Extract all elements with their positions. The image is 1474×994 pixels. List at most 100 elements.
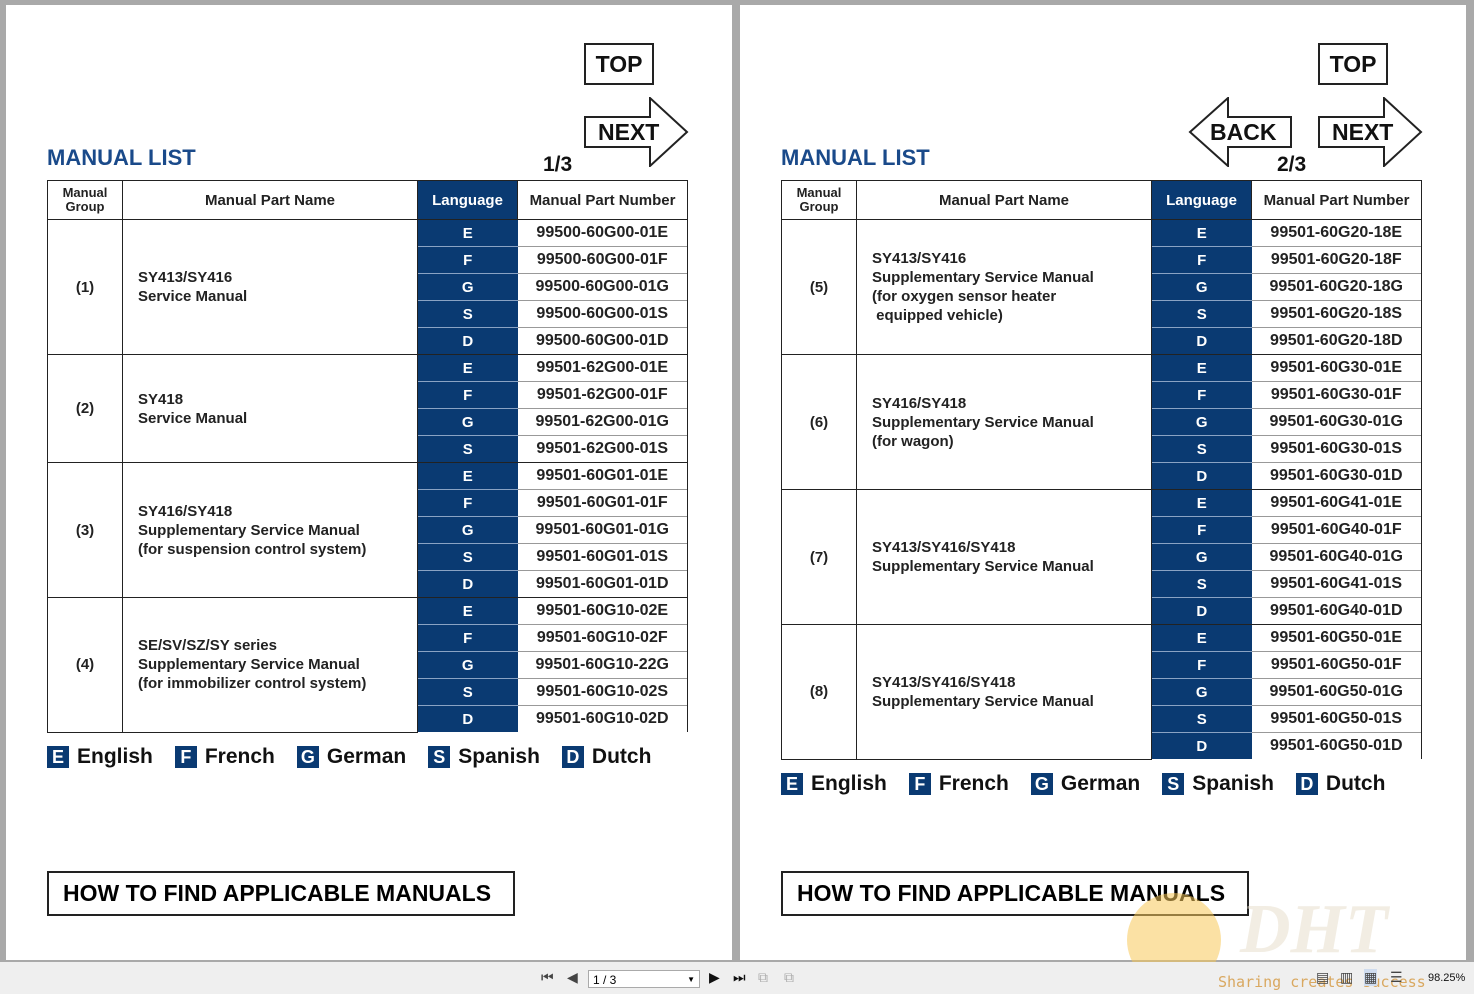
- part-number-link[interactable]: 99501-60G50-01D: [1251, 732, 1422, 759]
- part-number-link[interactable]: 99501-60G50-01S: [1251, 705, 1422, 733]
- language-code-badge: F: [174, 746, 197, 768]
- back-label: BACK: [1210, 118, 1277, 145]
- scroll-icon[interactable]: ☰: [1390, 969, 1403, 986]
- language-cell: D: [1151, 327, 1252, 355]
- single-page-icon[interactable]: ▤: [1316, 969, 1329, 986]
- part-number-link[interactable]: 99501-60G20-18S: [1251, 300, 1422, 328]
- part-number-link[interactable]: 99501-60G01-01S: [517, 543, 688, 571]
- table-row: (5) SY413/SY416 Supplementary Service Manu…: [781, 219, 1422, 355]
- language-name: Dutch: [1325, 772, 1386, 795]
- column-header-language: Language: [417, 180, 518, 220]
- part-number-link[interactable]: 99501-60G41-01S: [1251, 570, 1422, 598]
- part-number-link[interactable]: 99500-60G00-01G: [517, 273, 688, 301]
- table-row: (8) SY413/SY416/SY418 Supplementary Servic…: [781, 624, 1422, 760]
- column-header-group: Manual Group: [47, 180, 123, 220]
- legend-item-dutch: D Dutch: [1295, 772, 1386, 796]
- part-number-link[interactable]: 99501-60G01-01D: [517, 570, 688, 598]
- part-number-link[interactable]: 99501-60G30-01D: [1251, 462, 1422, 490]
- language-cell: E: [1151, 489, 1252, 517]
- group-cell: (6): [781, 354, 857, 490]
- part-number-link[interactable]: 99501-60G30-01F: [1251, 381, 1422, 409]
- chevron-down-icon: ▼: [687, 975, 695, 984]
- language-cell: S: [1151, 300, 1252, 328]
- two-page-icon[interactable]: ▦: [1364, 969, 1378, 986]
- language-name: German: [1060, 772, 1141, 795]
- part-name-cell: SY418 Service Manual: [122, 354, 418, 463]
- part-number-link[interactable]: 99501-62G00-01F: [517, 381, 688, 409]
- part-name-line: (for immobilizer control system): [138, 675, 367, 693]
- language-cell: E: [1151, 219, 1252, 247]
- part-number-link[interactable]: 99501-60G30-01E: [1251, 354, 1422, 382]
- part-number-link[interactable]: 99501-60G01-01G: [517, 516, 688, 544]
- language-cell: G: [417, 408, 518, 436]
- language-cell: G: [1151, 543, 1252, 571]
- next-page-icon[interactable]: ▶: [709, 969, 720, 986]
- last-page-icon[interactable]: ⏭: [733, 969, 746, 986]
- column-header-language: Language: [1151, 180, 1252, 220]
- part-number-link[interactable]: 99501-60G50-01G: [1251, 678, 1422, 706]
- legend-item-german: G German: [1030, 772, 1141, 796]
- continuous-icon[interactable]: ▥: [1340, 969, 1353, 986]
- part-number-link[interactable]: 99501-60G40-01D: [1251, 597, 1422, 625]
- group-cell: (3): [47, 462, 123, 598]
- part-name-line: Service Manual: [138, 409, 248, 427]
- part-number-link[interactable]: 99500-60G00-01E: [517, 219, 688, 247]
- part-number-link[interactable]: 99501-60G50-01F: [1251, 651, 1422, 679]
- page-select[interactable]: 1 / 3 ▼: [588, 970, 700, 988]
- part-number-link[interactable]: 99501-60G20-18G: [1251, 273, 1422, 301]
- part-number-link[interactable]: 99501-60G20-18D: [1251, 327, 1422, 355]
- prev-page-icon[interactable]: ◀: [567, 969, 578, 986]
- part-number-link[interactable]: 99501-60G10-22G: [517, 651, 688, 679]
- part-number-link[interactable]: 99501-60G50-01E: [1251, 624, 1422, 652]
- part-name-cell: SY416/SY418 Supplementary Service Manual(…: [122, 462, 418, 598]
- part-number-link[interactable]: 99500-60G00-01D: [517, 327, 688, 355]
- part-number-link[interactable]: 99501-60G10-02S: [517, 678, 688, 706]
- part-number-link[interactable]: 99501-60G30-01S: [1251, 435, 1422, 463]
- part-number-link[interactable]: 99501-60G20-18F: [1251, 246, 1422, 274]
- how-to-find-button[interactable]: HOW TO FIND APPLICABLE MANUALS: [47, 871, 515, 916]
- part-number-link[interactable]: 99501-62G00-01G: [517, 408, 688, 436]
- language-cell: F: [1151, 246, 1252, 274]
- first-page-icon[interactable]: ⏮: [541, 969, 554, 986]
- part-number-link[interactable]: 99501-60G01-01E: [517, 462, 688, 490]
- part-number-link[interactable]: 99500-60G00-01S: [517, 300, 688, 328]
- part-number-link[interactable]: 99501-60G40-01G: [1251, 543, 1422, 571]
- language-cell: G: [1151, 273, 1252, 301]
- zoom-level[interactable]: 98.25%: [1428, 972, 1465, 984]
- part-number-link[interactable]: 99501-62G00-01E: [517, 354, 688, 382]
- language-legend: E English F French G German S Spanish D Dutch: [781, 772, 1407, 796]
- language-cell: S: [417, 435, 518, 463]
- next-button[interactable]: NEXT: [1318, 95, 1424, 172]
- watermark-logo: DHT: [1240, 891, 1388, 968]
- next-button[interactable]: NEXT: [584, 95, 690, 172]
- part-name-cell: SY416/SY418 Supplementary Service Manual(…: [856, 354, 1152, 490]
- part-number-link[interactable]: 99501-60G40-01F: [1251, 516, 1422, 544]
- page-indicator: 1/3: [543, 153, 573, 176]
- language-cell: G: [417, 651, 518, 679]
- language-cell: G: [1151, 408, 1252, 436]
- group-cell: (5): [781, 219, 857, 355]
- language-name: German: [326, 745, 407, 768]
- language-cell: F: [417, 381, 518, 409]
- part-number-link[interactable]: 99501-60G10-02D: [517, 705, 688, 732]
- top-button[interactable]: TOP: [1318, 43, 1388, 85]
- part-number-link[interactable]: 99501-60G10-02E: [517, 597, 688, 625]
- part-number-link[interactable]: 99501-60G41-01E: [1251, 489, 1422, 517]
- copy-icon[interactable]: ⧉: [758, 969, 768, 986]
- next-label: NEXT: [598, 118, 660, 145]
- paste-icon[interactable]: ⧉: [784, 969, 794, 986]
- part-name-line: SY416/SY418: [872, 394, 967, 412]
- part-name-line: equipped vehicle): [872, 307, 1003, 324]
- part-name-cell: SY413/SY416/SY418 Supplementary Service M…: [856, 624, 1152, 760]
- table-row: (4) SE/SV/SZ/SY series Supplementary Servi…: [47, 597, 688, 733]
- part-name-line: (for oxygen sensor heater: [872, 288, 1057, 305]
- part-number-link[interactable]: 99501-60G30-01G: [1251, 408, 1422, 436]
- part-number-link[interactable]: 99501-60G01-01F: [517, 489, 688, 517]
- part-name-cell: SY413/SY416/SY418 Supplementary Service M…: [856, 489, 1152, 625]
- part-number-link[interactable]: 99501-62G00-01S: [517, 435, 688, 463]
- part-number-link[interactable]: 99501-60G10-02F: [517, 624, 688, 652]
- part-number-link[interactable]: 99500-60G00-01F: [517, 246, 688, 274]
- legend-item-french: F French: [908, 772, 1009, 796]
- top-button[interactable]: TOP: [584, 43, 654, 85]
- part-number-link[interactable]: 99501-60G20-18E: [1251, 219, 1422, 247]
